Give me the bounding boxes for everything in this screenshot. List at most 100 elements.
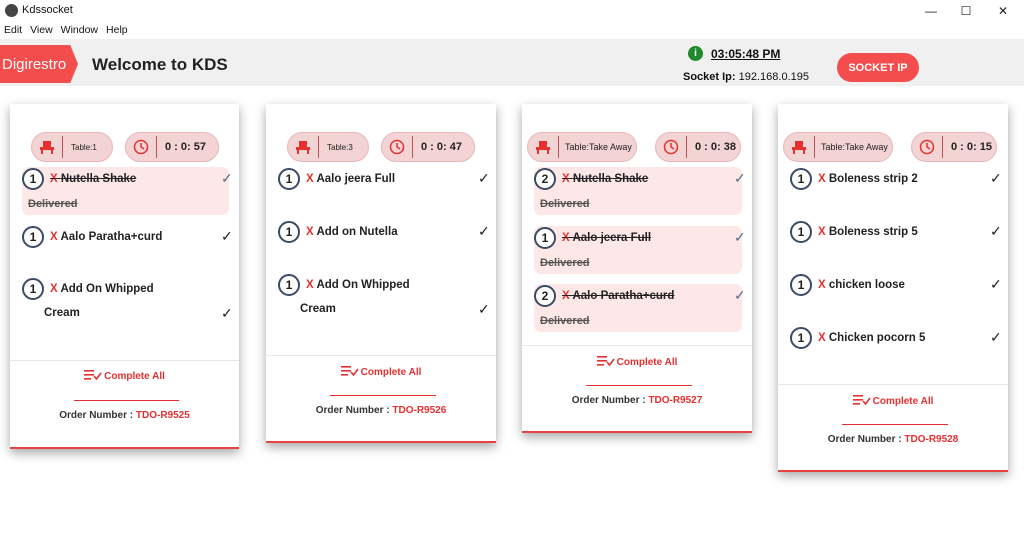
item-name: X Boleness strip 5 <box>818 220 918 244</box>
item-name-text: Aalo Paratha+curd <box>60 231 163 243</box>
order-number: Order Number : TDO-R9525 <box>10 410 239 421</box>
quantity-badge: 1 <box>22 226 44 248</box>
item-x: X <box>562 290 573 302</box>
order-card: Table:3 0 : 0: 47 1 X Aalo jeera Full ✓ 1 X Ad… <box>266 104 496 443</box>
item-name: X Aalo Paratha+curd <box>50 225 162 249</box>
item-name-text: Aalo jeera Full <box>572 232 652 244</box>
order-number: Order Number : TDO-R9528 <box>778 434 1008 445</box>
complete-underline <box>586 385 692 386</box>
info-icon[interactable]: i <box>688 46 703 61</box>
item-name-text: Nutella Shake <box>572 173 649 185</box>
item-name: X Boleness strip 2 <box>818 167 918 191</box>
check-icon[interactable]: ✓ <box>478 301 490 318</box>
card-divider <box>10 360 239 361</box>
item-name: X chicken loose <box>818 273 905 297</box>
item-x: X <box>562 232 573 244</box>
socket-ip-button[interactable]: SOCKET IP <box>837 53 919 82</box>
menu-bar: Edit View Window Help <box>0 21 1024 39</box>
check-icon[interactable]: ✓ <box>734 287 746 304</box>
item-name-text: Aalo Paratha+curd <box>572 290 675 302</box>
order-number-value: TDO-R9526 <box>392 405 447 416</box>
table-label: Table:1 <box>71 142 97 152</box>
app-icon <box>5 4 18 17</box>
quantity-badge: 1 <box>790 221 812 243</box>
item-name-text: Boleness strip 5 <box>828 226 918 238</box>
item-name-text: Add On Whipped <box>60 283 154 295</box>
item-name: X Add On Whipped <box>50 277 154 301</box>
complete-all-label: Complete All <box>104 371 165 382</box>
table-label: Table:Take Away <box>565 142 632 152</box>
complete-all-label: Complete All <box>360 367 422 378</box>
socket-ip-value: 192.168.0.195 <box>738 71 809 83</box>
item-name-text: Boleness strip 2 <box>828 173 918 185</box>
item-name-line2: Cream <box>300 303 336 315</box>
item-x: X <box>50 231 61 243</box>
check-icon[interactable]: ✓ <box>990 329 1002 346</box>
menu-window[interactable]: Window <box>57 21 102 39</box>
item-x: X <box>306 279 317 291</box>
clock-time: 03:05:48 PM <box>711 46 781 61</box>
item-x: X <box>50 283 61 295</box>
item-name: X Nutella Shake <box>50 167 136 191</box>
delivered-status: Delivered <box>540 315 590 327</box>
menu-help[interactable]: Help <box>102 21 132 39</box>
order-number: Order Number : TDO-R9527 <box>522 395 752 406</box>
menu-edit[interactable]: Edit <box>0 21 26 39</box>
item-x: X <box>306 226 317 238</box>
table-pill: Table:Take Away <box>783 132 893 162</box>
check-icon[interactable]: ✓ <box>990 276 1002 293</box>
brand-logo: Digirestro <box>0 45 78 83</box>
item-name-text: Nutella Shake <box>60 173 137 185</box>
check-icon[interactable]: ✓ <box>990 223 1002 240</box>
timer-pill: 0 : 0: 47 <box>381 132 475 162</box>
card-divider <box>778 384 1008 385</box>
check-icon[interactable]: ✓ <box>734 170 746 187</box>
quantity-badge: 1 <box>790 168 812 190</box>
item-name-text: Chicken pocorn 5 <box>828 332 926 344</box>
timer-value: 0 : 0: 15 <box>951 141 992 153</box>
item-name-text: chicken loose <box>828 279 905 291</box>
minimize-button[interactable]: — <box>913 0 949 21</box>
socket-ip-display: Socket Ip: 192.168.0.195 <box>683 71 809 83</box>
complete-all-button[interactable]: Complete All <box>10 370 239 382</box>
item-name: X Add On Whipped <box>306 273 410 297</box>
quantity-badge: 1 <box>790 327 812 349</box>
check-icon[interactable]: ✓ <box>221 305 233 322</box>
item-name: X Add on Nutella <box>306 220 398 244</box>
chair-icon <box>32 140 62 154</box>
item-name-text: Aalo jeera Full <box>316 173 396 185</box>
menu-view[interactable]: View <box>26 21 57 39</box>
order-number-value: TDO-R9525 <box>135 410 190 421</box>
maximize-button[interactable]: ☐ <box>948 0 984 21</box>
item-name: X Aalo jeera Full <box>562 226 651 250</box>
check-icon[interactable]: ✓ <box>478 170 490 187</box>
card-divider <box>522 345 752 346</box>
quantity-badge: 1 <box>534 227 556 249</box>
quantity-badge: 1 <box>278 221 300 243</box>
check-icon[interactable]: ✓ <box>478 223 490 240</box>
close-button[interactable]: ✕ <box>985 0 1021 21</box>
item-x: X <box>50 173 61 185</box>
check-icon[interactable]: ✓ <box>221 228 233 245</box>
item-x: X <box>818 332 829 344</box>
complete-all-button[interactable]: Complete All <box>778 395 1008 407</box>
order-card: Table:Take Away 0 : 0: 38 2 X Nutella Shake… <box>522 104 752 433</box>
complete-all-button[interactable]: Complete All <box>266 366 496 378</box>
delivered-status: Delivered <box>540 198 590 210</box>
order-number-value: TDO-R9528 <box>904 434 959 445</box>
check-icon[interactable]: ✓ <box>734 229 746 246</box>
page-title: Welcome to KDS <box>92 55 228 74</box>
socket-ip-label: Socket Ip: <box>683 71 736 83</box>
complete-all-button[interactable]: Complete All <box>522 356 752 368</box>
item-name: X Chicken pocorn 5 <box>818 326 925 350</box>
table-pill: Table:Take Away <box>527 132 637 162</box>
item-x: X <box>818 226 829 238</box>
clock-icon <box>382 139 412 155</box>
timer-value: 0 : 0: 38 <box>695 141 736 153</box>
table-label: Table:Take Away <box>821 142 888 152</box>
complete-underline <box>330 395 436 396</box>
check-icon[interactable]: ✓ <box>990 170 1002 187</box>
complete-underline <box>842 424 948 425</box>
chair-icon <box>528 140 558 154</box>
check-icon[interactable]: ✓ <box>221 170 233 187</box>
